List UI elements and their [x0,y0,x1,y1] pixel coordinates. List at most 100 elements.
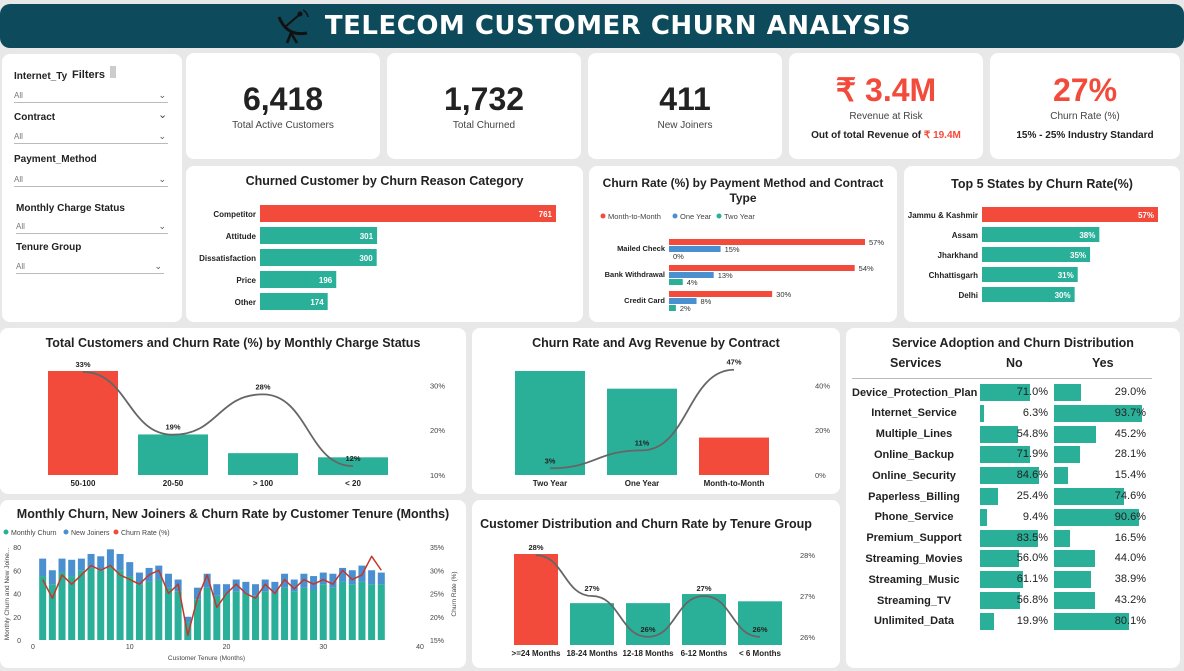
category-label: Other [235,298,256,307]
chevron-down-icon[interactable]: ⌄ [158,108,167,121]
cell-value: 43.2% [1114,594,1146,606]
cell-bar [980,508,987,526]
table-row: Online_Security [852,466,976,485]
cell-bar [980,404,985,422]
kpi-value: ₹ 3.4M [835,72,937,108]
kpi-churn-rate: 27% Churn Rate (%) 15% - 25% Industry St… [990,53,1180,159]
x-axis-label: Customer Tenure (Months) [168,655,245,662]
cell-no: 71.9% [980,446,1050,464]
chart-payment-method: Churn Rate (%) by Payment Method and Con… [589,166,897,322]
data-label: 174 [310,298,324,307]
data-label: 54% [859,264,874,273]
data-label: 26% [640,625,655,634]
bar-churn [242,593,250,640]
category-label: Attitude [226,232,257,241]
category-label: Jharkhand [938,251,979,260]
bar-joiners [116,553,124,571]
x-tick-label: 20 [223,644,231,651]
category-label: One Year [625,479,660,488]
y-tick-label: 60 [13,568,21,575]
category-label: Bank Withdrawal [605,270,665,279]
filter-select-tenure-group[interactable]: All ⌄ [16,260,164,274]
service-name: Phone_Service [874,511,954,524]
bar-churn [68,576,76,640]
bar-joiners [213,584,221,596]
cell-yes: 80.1% [1054,612,1148,630]
cell-value: 71.0% [1016,386,1048,398]
service-name: Online_Security [872,469,956,482]
y2-tick-label: 35% [430,545,444,552]
bar-churn [271,593,279,640]
table-row: Multiple_Lines [852,425,976,444]
chart-contract-svg: Two Year One Year Month-to-Month 3% 11% 47% 0%… [515,358,830,488]
data-label: 196 [319,276,333,285]
bar-churn [97,570,105,640]
cell-value: 56.0% [1016,552,1048,565]
bar-churn [358,581,366,640]
column-header-services: Services [890,356,942,370]
cell-value: 84.6% [1016,469,1048,482]
bar-churn [281,587,289,640]
filter-select-internet-type[interactable]: All ⌄ [14,89,168,103]
bar-churn [213,595,221,640]
filters-title: Filters [72,69,106,81]
cell-value: 38.9% [1114,573,1146,586]
chevron-down-icon: ⌄ [158,221,166,231]
legend-swatch [3,529,9,535]
cell-value: 54.8% [1016,427,1048,440]
table-row: Streaming_Music [852,570,976,589]
cell-value: 9.4% [1022,510,1048,523]
cell-bar [1054,425,1097,443]
table-row: Streaming_TV [852,591,976,610]
category-label: Month-to-Month [704,479,765,488]
service-name: Premium_Support [866,532,962,545]
bar-joiners [232,579,240,592]
table-row: Online_Backup [852,445,976,464]
filter-select-contract[interactable]: All ⌄ [14,130,168,144]
filter-select-payment-method[interactable]: All ⌄ [14,173,168,187]
cell-yes: 90.6% [1054,508,1148,526]
bar-churn [164,587,172,640]
bar-churn [87,567,95,640]
y2-tick-label: 25% [430,592,444,599]
category-label: < 6 Months [739,649,782,658]
kpi-value: 1,732 [443,81,525,117]
data-label: 301 [360,232,374,241]
cell-bar [980,612,994,630]
table-title: Service Adoption and Churn Distribution [892,336,1134,350]
bar-joiners [77,558,85,571]
cell-no: 56.8% [980,592,1050,609]
bar-churn [300,587,308,640]
bar [669,279,683,285]
data-label: 26% [752,625,767,634]
bar-churn [135,584,143,640]
kpi-value: 6,418 [242,81,324,117]
cell-value: 16.5% [1114,531,1146,544]
cell-value: 61.1% [1016,573,1048,586]
table-row: Internet_Service [852,404,976,423]
bar-joiners [39,558,47,577]
header-divider [852,378,1152,379]
bar [669,239,865,245]
cell-yes: 74.6% [1054,488,1148,505]
cell-bar [980,488,998,505]
kpi-value: 27% [1052,71,1118,108]
service-name: Paperless_Billing [868,490,960,503]
data-label: 300 [359,254,373,263]
data-label: 4% [687,278,698,287]
y2-axis-label: Churn Rate (%) [451,571,458,616]
data-label: 19% [165,423,180,432]
kpi-label: Total Churned [452,120,516,131]
filter-select-monthly-charge-status[interactable]: All ⌄ [16,220,168,234]
service-adoption-table: Service Adoption and Churn Distribution … [846,328,1180,668]
filters-toggle-icon[interactable] [110,66,116,78]
bar-churn [348,584,356,640]
cell-bar [1054,488,1125,505]
cell-no: 19.9% [980,612,1050,630]
chevron-down-icon: ⌄ [154,261,162,271]
category-label: Chhattisgarh [929,271,978,280]
chart-top-states-svg: Jammu & Kashmir 57% Assam 38% Jharkhand 35% Ch… [908,207,1158,302]
kpi-note: 15% - 25% Industry Standard [1016,129,1154,141]
table-row: Premium_Support [852,529,976,548]
cell-no: 83.5% [980,529,1050,547]
